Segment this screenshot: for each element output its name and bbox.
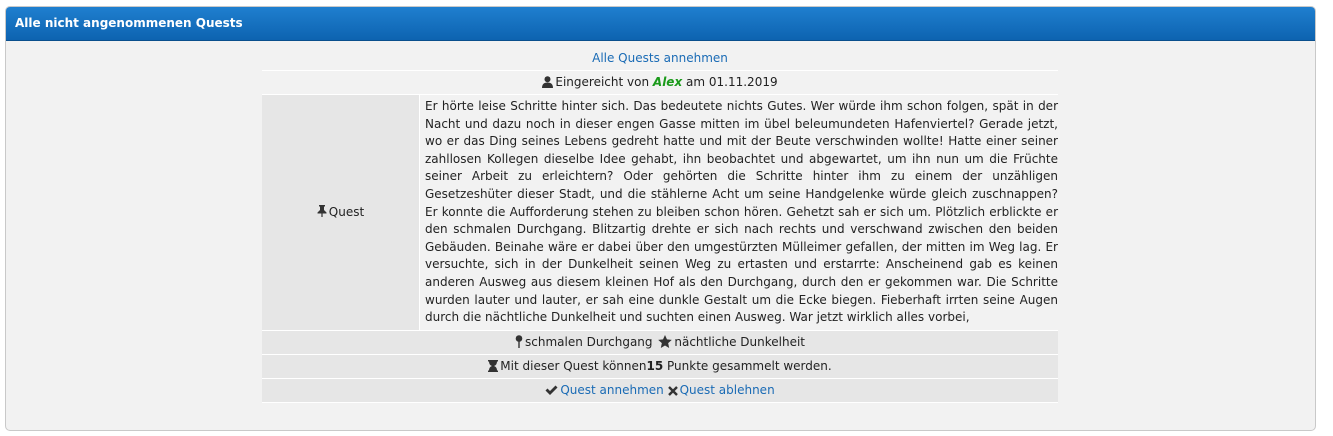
points-suffix: Punkte gesammelt werden. bbox=[667, 358, 832, 373]
submission-row: Eingereicht von Alex am 01.11.2019 bbox=[262, 71, 1058, 95]
star-icon bbox=[658, 333, 673, 355]
quest-table: Alle Quests annehmen Eingereicht von Ale… bbox=[262, 47, 1058, 403]
author-name[interactable]: Alex bbox=[653, 75, 682, 89]
keywords-row: schmalen Durchgang nächtliche Dunkelheit bbox=[262, 330, 1058, 355]
close-icon[interactable] bbox=[667, 381, 678, 403]
submission-date: 01.11.2019 bbox=[708, 75, 778, 89]
points-prefix: Mit dieser Quest können bbox=[500, 358, 647, 373]
quests-panel: Alle nicht angenommenen Quests Alle Ques… bbox=[5, 6, 1316, 431]
submitted-by-label: Eingereicht von bbox=[555, 75, 650, 89]
quest-row: Quest Er hörte leise Schritte hinter sic… bbox=[262, 95, 1058, 331]
points-value: 15 bbox=[646, 358, 664, 373]
quest-label: Quest bbox=[328, 205, 365, 220]
keyword-second: nächtliche Dunkelheit bbox=[674, 334, 806, 349]
accept-quest-link[interactable]: Quest annehmen bbox=[560, 383, 663, 397]
keyword-first: schmalen Durchgang bbox=[524, 334, 653, 349]
pin-icon bbox=[317, 204, 327, 220]
panel-title: Alle nicht angenommenen Quests bbox=[6, 7, 1315, 41]
quest-text: Er hörte leise Schritte hinter sich. Das… bbox=[420, 95, 1058, 330]
quest-label-cell: Quest bbox=[262, 95, 420, 330]
date-prefix: am bbox=[686, 75, 706, 89]
reject-quest-link[interactable]: Quest ablehnen bbox=[680, 383, 775, 397]
points-row: Mit dieser Quest können15 Punkte gesamme… bbox=[262, 354, 1058, 379]
accept-all-link[interactable]: Alle Quests annehmen bbox=[592, 51, 728, 65]
user-icon bbox=[542, 73, 554, 95]
actions-row: Quest annehmen Quest ablehnen bbox=[262, 378, 1058, 403]
hourglass-icon bbox=[488, 357, 499, 379]
accept-all-row: Alle Quests annehmen bbox=[262, 47, 1058, 71]
check-icon bbox=[545, 381, 558, 403]
map-marker-icon bbox=[515, 333, 523, 355]
